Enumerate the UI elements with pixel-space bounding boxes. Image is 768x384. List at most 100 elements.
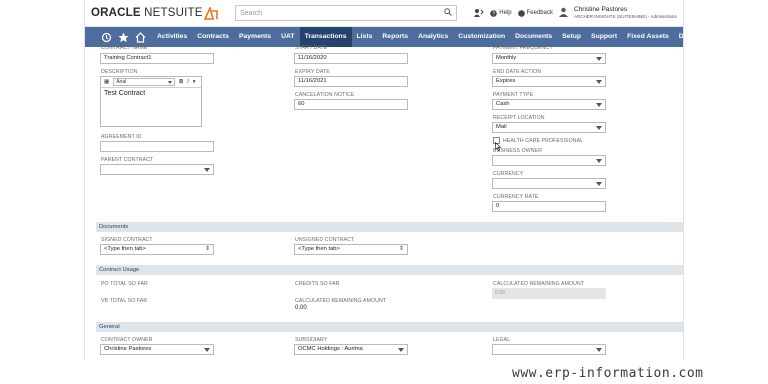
cancelation-notice-field[interactable]: 60	[294, 99, 408, 110]
po-total-label: PO TOTAL SO FAR	[101, 281, 148, 287]
help-link[interactable]: ? Help	[490, 9, 512, 17]
feedback-link[interactable]: Feedback	[517, 9, 553, 17]
calc-remaining-label-2: CALCULATED REMAINING AMOUNT	[295, 298, 387, 304]
currency-rate-field[interactable]: 0	[492, 201, 606, 212]
health-care-professional-label: HEALTH CARE PROFESSIONAL	[503, 138, 584, 144]
nav-contracts[interactable]: Contracts	[192, 27, 234, 47]
contract-name-label: CONTRACT NAME	[101, 45, 148, 51]
home-icon[interactable]	[135, 30, 146, 44]
receipt-location-value: Mail	[496, 124, 507, 130]
netsuite-window: ORACLE NETSUITE Search ? Help Feedback C…	[84, 0, 684, 360]
font-select[interactable]: Arial	[113, 78, 176, 86]
calc-remaining-field-1: 0.00	[492, 288, 606, 299]
feedback-icon	[517, 9, 525, 17]
description-label: DESCRIPTION	[101, 69, 138, 75]
contract-owner-select[interactable]: Christine Pastores	[100, 344, 214, 355]
start-date-field[interactable]: 11/16/2020	[294, 53, 408, 64]
more-format-icon[interactable]: ▾	[193, 79, 196, 85]
search-icon[interactable]	[444, 8, 452, 18]
payment-frequency-select[interactable]: Monthly	[492, 53, 606, 64]
currency-rate-label: CURRENCY RATE	[493, 194, 539, 200]
legal-label: LEGAL	[493, 337, 511, 343]
business-owner-select[interactable]	[492, 155, 606, 166]
parent-contract-select[interactable]	[100, 164, 214, 175]
credits-label: CREDITS SO FAR	[295, 281, 340, 287]
agreement-id-label: AGREEMENT ID	[101, 134, 142, 140]
company-logo-icon	[203, 6, 219, 20]
nav-support[interactable]: Support	[586, 27, 622, 47]
legal-select[interactable]	[492, 344, 606, 355]
start-date-label: START DATE	[295, 45, 328, 51]
payment-type-value: Cash	[496, 101, 510, 107]
italic-button[interactable]: I	[187, 79, 189, 85]
payment-frequency-label: PAYMENT FREQUENCY	[493, 45, 553, 51]
nav-transactions[interactable]: Transactions	[299, 27, 352, 47]
netsuite-logo[interactable]: ORACLE NETSUITE	[91, 7, 202, 19]
documents-section-header[interactable]: Documents	[96, 222, 683, 232]
source-watermark: www.erp-information.com	[512, 366, 704, 381]
currency-label: CURRENCY	[493, 171, 524, 177]
contract-name-field[interactable]: Training Contract1	[100, 53, 214, 64]
nav-lists[interactable]: Lists	[352, 27, 378, 47]
nav-setup[interactable]: Setup	[557, 27, 586, 47]
left-gutter	[0, 0, 84, 384]
logo-netsuite-text: NETSUITE	[144, 7, 203, 19]
contract-usage-section-header[interactable]: Contract Usage	[96, 265, 683, 275]
payment-type-select[interactable]: Cash	[492, 99, 606, 110]
currency-select[interactable]	[492, 178, 606, 189]
editor-toolbar: ▦ Arial B I ▾	[101, 77, 201, 88]
nav-customization[interactable]: Customization	[453, 27, 510, 47]
cancelation-notice-label: CANCELATION NOTICE	[295, 92, 355, 98]
unsigned-contract-select[interactable]: <Type then tab> ⇕	[294, 244, 408, 255]
end-date-action-value: Expires	[496, 78, 516, 84]
topbar-actions: ? Help Feedback Christine Pastores ARCHE…	[474, 6, 677, 20]
nav-demo-framework[interactable]: Demo Framework	[674, 27, 683, 47]
general-section-header[interactable]: General	[96, 322, 683, 332]
unsigned-contract-label: UNSIGNED CONTRACT	[295, 237, 355, 243]
logo-oracle-text: ORACLE	[91, 7, 141, 19]
favorites-star-icon[interactable]	[118, 30, 129, 44]
nav-documents[interactable]: Documents	[510, 27, 557, 47]
nav-payments[interactable]: Payments	[234, 27, 276, 47]
payment-frequency-value: Monthly	[496, 55, 517, 61]
expiry-date-label: EXPIRY DATE	[295, 69, 330, 75]
bold-button[interactable]: B	[179, 79, 183, 85]
subsidiary-select[interactable]: OCMC Holdings : Aurima	[294, 344, 408, 355]
end-date-action-select[interactable]: Expires	[492, 76, 606, 87]
calc-remaining-label-1: CALCULATED REMAINING AMOUNT	[493, 281, 585, 287]
signed-contract-select[interactable]: <Type then tab> ⇕	[100, 244, 214, 255]
feedback-label: Feedback	[526, 10, 553, 16]
unsigned-contract-value: <Type then tab>	[298, 246, 340, 252]
global-search-input[interactable]: Search	[235, 5, 457, 21]
user-menu[interactable]: Christine Pastores ARCHER INSIGHTS (SUIT…	[574, 6, 677, 20]
description-text[interactable]: Test Contract	[101, 88, 201, 99]
recent-history-icon[interactable]	[101, 30, 112, 44]
nav-activities[interactable]: Activities	[152, 27, 192, 47]
nav-fixed-assets[interactable]: Fixed Assets	[622, 27, 674, 47]
subsidiary-label: SUBSIDIARY	[295, 337, 328, 343]
expiry-date-field[interactable]: 11/16/2021	[294, 76, 408, 87]
main-nav: Activities Contracts Payments UAT Transa…	[85, 27, 683, 47]
contract-owner-label: CONTRACT OWNER	[101, 337, 153, 343]
vb-total-label: VB TOTAL SO FAR	[101, 298, 148, 304]
user-avatar-icon[interactable]	[558, 7, 568, 19]
nav-reports[interactable]: Reports	[377, 27, 413, 47]
recent-records-icon[interactable]	[474, 8, 484, 19]
nav-uat[interactable]: UAT	[276, 27, 299, 47]
description-editor[interactable]: ▦ Arial B I ▾ Test Contract	[100, 76, 202, 127]
nav-analytics[interactable]: Analytics	[413, 27, 453, 47]
signed-contract-label: SIGNED CONTRACT	[101, 237, 153, 243]
updown-arrows-icon: ⇕	[204, 246, 210, 252]
font-select-value: Arial	[116, 79, 127, 85]
agreement-id-field[interactable]	[100, 141, 214, 152]
receipt-location-select[interactable]: Mail	[492, 122, 606, 133]
user-role: ARCHER INSIGHTS (SUITESHINE) - Administr…	[573, 14, 677, 19]
help-label: Help	[499, 10, 512, 16]
svg-text:?: ?	[492, 11, 495, 17]
help-icon: ?	[490, 9, 498, 17]
calc-remaining-value-2: 0.00	[295, 305, 307, 311]
receipt-location-label: RECEIPT LOCATION	[493, 115, 545, 121]
format-icon[interactable]: ▦	[104, 79, 109, 85]
payment-type-label: PAYMENT TYPE	[493, 92, 534, 98]
end-date-action-label: END DATE ACTION	[493, 69, 542, 75]
